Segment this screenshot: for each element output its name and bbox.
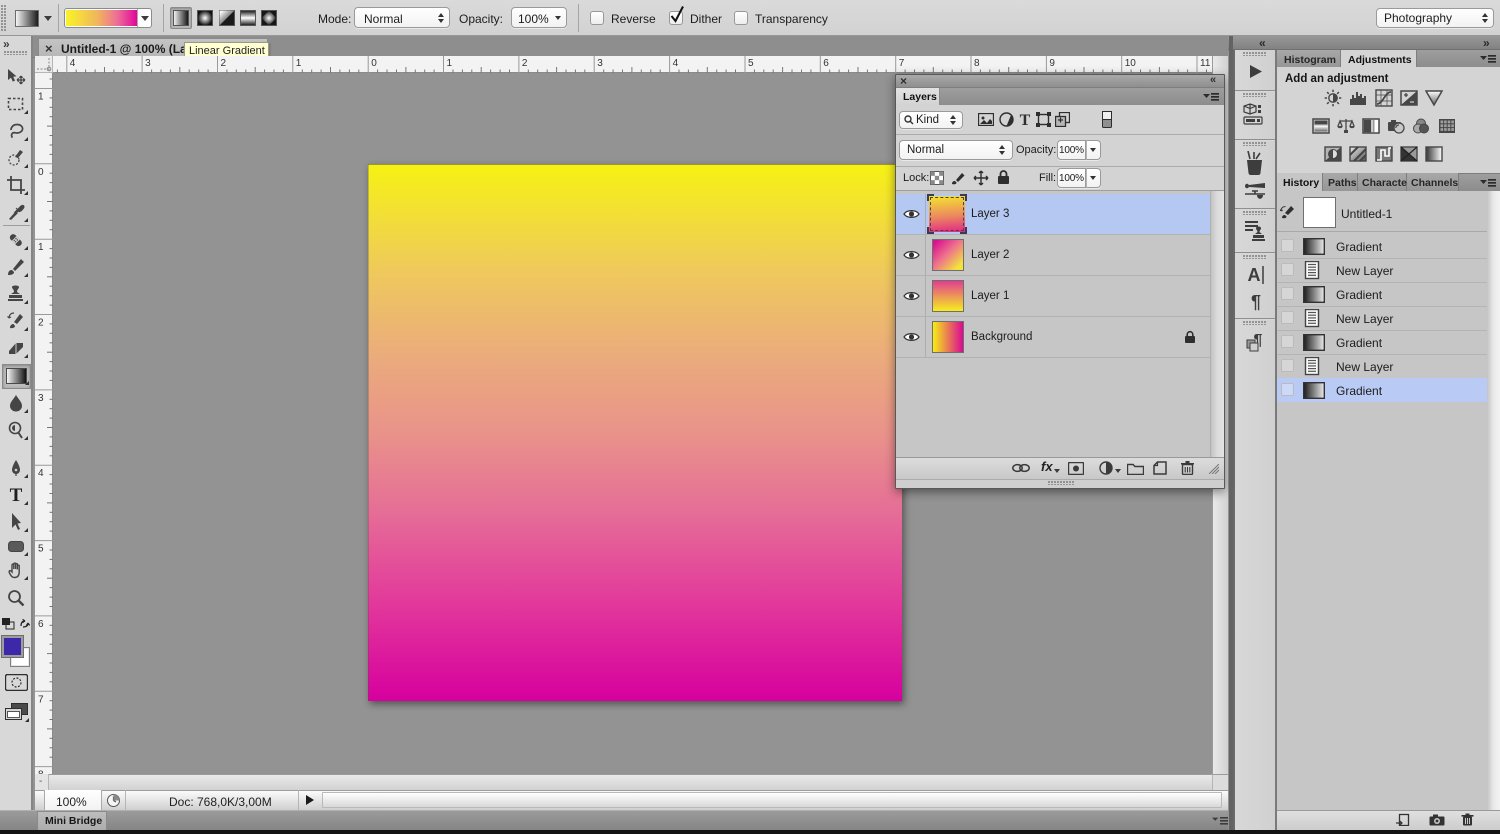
svg-text:¶: ¶ — [1251, 292, 1261, 312]
svg-text:7: 7 — [899, 58, 905, 69]
svg-text:0: 0 — [371, 58, 377, 69]
svg-text:9: 9 — [1049, 58, 1055, 69]
svg-text:3: 3 — [145, 58, 151, 69]
svg-text:2: 2 — [38, 318, 44, 329]
svg-text:1: 1 — [38, 92, 44, 103]
svg-text:4: 4 — [70, 58, 76, 69]
svg-text:11: 11 — [1200, 58, 1211, 69]
svg-text:A: A — [1248, 265, 1261, 285]
svg-text:6: 6 — [823, 58, 829, 69]
svg-text:T: T — [10, 485, 23, 505]
svg-text:3: 3 — [38, 393, 44, 404]
svg-text:5: 5 — [748, 58, 754, 69]
svg-text:3: 3 — [597, 58, 603, 69]
svg-text:T: T — [1020, 112, 1031, 126]
svg-text:8: 8 — [974, 58, 980, 69]
svg-text:1: 1 — [296, 58, 302, 69]
svg-text:2: 2 — [221, 58, 227, 69]
svg-text:1: 1 — [447, 58, 453, 69]
svg-text:4: 4 — [38, 468, 44, 479]
svg-text:7: 7 — [38, 694, 44, 705]
svg-text:1: 1 — [38, 242, 44, 253]
svg-text:2: 2 — [522, 58, 528, 69]
svg-text:4: 4 — [673, 58, 679, 69]
svg-text:0: 0 — [38, 167, 44, 178]
svg-text:6: 6 — [38, 619, 44, 630]
svg-text:10: 10 — [1125, 58, 1137, 69]
svg-text:5: 5 — [38, 544, 44, 555]
